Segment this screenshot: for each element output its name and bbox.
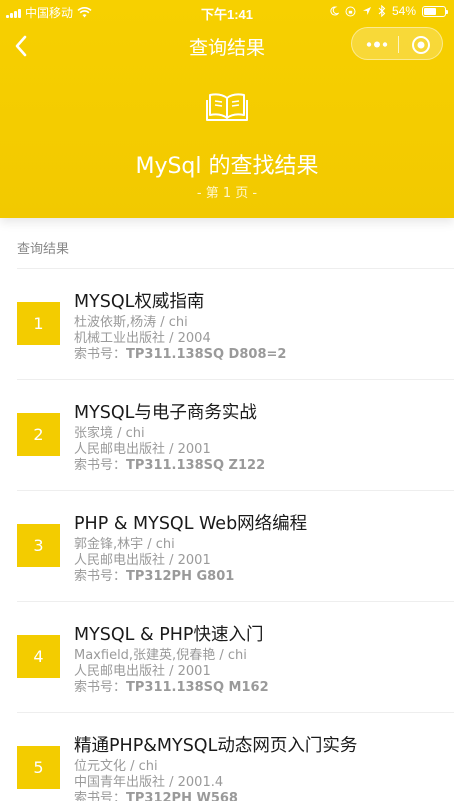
rotation-lock-icon: [345, 6, 356, 16]
result-number: 5: [17, 746, 60, 789]
bluetooth-icon: [378, 5, 386, 17]
result-list: 1 MYSQL权威指南 杜波依斯,杨涛 / chi 机械工业出版社 / 2004…: [0, 269, 454, 801]
book-title: MYSQL & PHP快速入门: [74, 625, 264, 645]
book-author: 张家境 / chi: [74, 426, 145, 441]
target-icon[interactable]: [410, 34, 432, 56]
book-author: 杜波依斯,杨涛 / chi: [74, 315, 188, 330]
page-indicator: - 第 1 页 -: [196, 186, 258, 201]
book-publisher: 中国青年出版社 / 2001.4: [74, 775, 224, 790]
call-number-label: 索书号：: [74, 347, 127, 362]
result-number: 2: [17, 413, 60, 456]
status-bar: 中国移动 下午1:41 54%: [0, 0, 454, 24]
list-item[interactable]: 4 MYSQL & PHP快速入门 Maxfield,张建英,倪春艳 / chi…: [17, 602, 454, 713]
call-number: 索书号：TP311.138SQ M162: [74, 680, 269, 696]
call-number: 索书号：TP312PH W568: [74, 791, 238, 801]
battery-percent: 54%: [391, 4, 416, 18]
call-number: 索书号：TP311.138SQ Z122: [74, 458, 265, 474]
call-number: 索书号：TP312PH G801: [74, 569, 234, 585]
battery-icon: [422, 5, 448, 17]
result-number: 3: [17, 524, 60, 567]
open-book-icon: [206, 93, 248, 121]
book-title: PHP & MYSQL Web网络编程: [74, 514, 308, 534]
book-author: Maxfield,张建英,倪春艳 / chi: [74, 648, 247, 663]
moon-icon: [330, 6, 339, 16]
book-author: 位元文化 / chi: [74, 759, 158, 774]
book-title: MYSQL权威指南: [74, 292, 205, 312]
hero-title: MySql 的查找结果: [135, 154, 319, 179]
book-title: 精通PHP&MYSQL动态网页入门实务: [74, 736, 358, 756]
header: 中国移动 下午1:41 54% 查询结果 MySql 的查找结果 - 第 1 页…: [0, 0, 454, 218]
call-number-value: TP311.138SQ D808=2: [126, 347, 287, 362]
call-number-value: TP311.138SQ Z122: [126, 458, 266, 473]
section-label: 查询结果: [17, 242, 70, 257]
status-right: 54%: [329, 4, 448, 18]
capsule-divider: [398, 36, 399, 53]
result-number: 1: [17, 302, 60, 345]
call-number-value: TP311.138SQ M162: [126, 680, 269, 695]
book-author: 郭金锋,林宇 / chi: [74, 537, 175, 552]
list-item[interactable]: 3 PHP & MYSQL Web网络编程 郭金锋,林宇 / chi 人民邮电出…: [17, 491, 454, 602]
result-number: 4: [17, 635, 60, 678]
list-item[interactable]: 1 MYSQL权威指南 杜波依斯,杨涛 / chi 机械工业出版社 / 2004…: [17, 269, 454, 380]
book-publisher: 机械工业出版社 / 2004: [74, 331, 211, 346]
call-number-label: 索书号：: [74, 791, 127, 801]
nav-bar: 查询结果: [0, 24, 454, 68]
book-publisher: 人民邮电出版社 / 2001: [74, 442, 211, 457]
more-dots-icon[interactable]: [364, 36, 390, 53]
call-number-value: TP312PH W568: [126, 791, 238, 801]
list-item[interactable]: 5 精通PHP&MYSQL动态网页入门实务 位元文化 / chi 中国青年出版社…: [17, 713, 454, 801]
call-number-label: 索书号：: [74, 458, 127, 473]
mini-program-capsule: [351, 27, 443, 60]
call-number-value: TP312PH G801: [126, 569, 235, 584]
call-number: 索书号：TP311.138SQ D808=2: [74, 347, 286, 363]
call-number-label: 索书号：: [74, 569, 127, 584]
list-item[interactable]: 2 MYSQL与电子商务实战 张家境 / chi 人民邮电出版社 / 2001 …: [17, 380, 454, 491]
book-title: MYSQL与电子商务实战: [74, 403, 257, 423]
book-publisher: 人民邮电出版社 / 2001: [74, 553, 211, 568]
location-icon: [362, 7, 371, 15]
book-publisher: 人民邮电出版社 / 2001: [74, 664, 211, 679]
call-number-label: 索书号：: [74, 680, 127, 695]
